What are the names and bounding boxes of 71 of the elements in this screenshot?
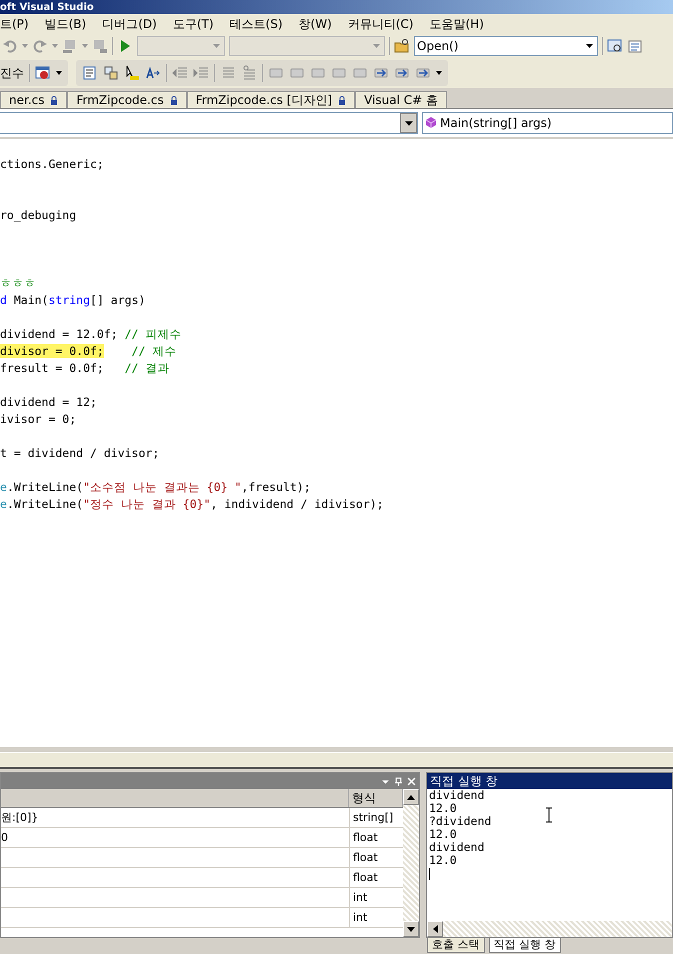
breakpoint-window-icon[interactable] [35,65,51,81]
method-icon [425,116,437,130]
menu-item[interactable]: 테스트(S) [222,16,291,32]
caret-icon [213,44,220,48]
document-tab[interactable]: Visual C# 홈 [355,91,447,108]
code-line: ro_debuging [0,207,76,224]
panel-title: 직접 실행 창 [430,772,498,790]
member-dropdown[interactable]: Main(string[] args) [422,112,673,134]
output-line: 12.0 [429,827,457,841]
complete-word-icon[interactable] [145,65,161,81]
output-line: dividend [429,788,484,802]
vertical-scrollbar[interactable] [403,789,419,937]
code-line: dividend = 12.0f; // 피제수 [0,326,182,343]
folder-search-icon[interactable] [394,38,410,54]
menu-item[interactable]: 도움말(H) [422,16,492,32]
redo-icon[interactable] [32,38,48,54]
code-line: ivisor = 0; [0,411,76,428]
horizontal-scrollbar[interactable] [0,752,673,769]
overflow-arrow-icon[interactable] [436,71,442,75]
member-list-icon[interactable] [82,65,98,81]
menu-item[interactable]: 빌드(B) [36,16,94,32]
output-line: ?dividend [429,814,492,828]
menu-item[interactable]: 도구(T) [164,16,222,32]
scroll-down-icon[interactable] [407,926,415,932]
uncomment-lines-icon[interactable] [241,65,257,81]
find-dropdown[interactable]: Open() [414,36,598,56]
code-line: divisor = 0.0f; // 제수 [0,343,176,360]
undo-icon[interactable] [2,38,18,54]
menu-item[interactable]: 트(P) [0,16,37,32]
code-line: ctions.Generic; [0,156,104,173]
code-line: e.WriteLine("소수점 나눈 결과는 {0} ",fresult); [0,479,311,496]
code-line: dividend = 12; [0,394,97,411]
caret-icon [373,44,380,48]
panel-tab[interactable]: 직접 실행 창 [488,938,560,953]
window-title: oft Visual Studio [0,0,94,14]
horizontal-scrollbar[interactable] [427,921,672,937]
output-line: 12.0 [429,853,457,867]
menu-item[interactable]: 디버그(D) [94,16,165,32]
hex-display-button[interactable]: 진수 [0,64,24,82]
table-cell: 원:[0]} [1,810,38,825]
properties-icon[interactable] [627,38,643,54]
table-cell: float [353,871,378,884]
menu-item[interactable]: 창(W) [290,16,340,32]
immediate-output[interactable]: dividend 12.0 ?dividend 12.0 dividend 12.0 [427,789,672,921]
caret-icon [586,44,593,48]
table-cell: float [353,831,378,844]
scroll-left-icon[interactable] [432,925,438,933]
scroll-up-icon[interactable] [407,794,415,800]
document-tab[interactable]: FrmZipcode.cs [디자인] [186,91,356,108]
code-line: t = dividend / divisor; [0,445,160,462]
panel-tab[interactable]: 호출 스택 [427,938,484,953]
menu-item[interactable]: 커뮤니티(C) [340,16,422,32]
code-line: e.WriteLine("정수 나눈 결과 {0}", individend / idivisor); [0,496,384,513]
table-cell: int [353,911,368,924]
code-line: ㅎㅎㅎ [0,275,36,292]
table-cell: float [353,851,378,864]
table-cell: string[] [353,811,394,824]
document-tab[interactable]: FrmZipcode.cs [67,91,187,108]
type-dropdown[interactable] [0,112,418,134]
table-cell: int [353,891,368,904]
find-window-icon[interactable] [607,38,623,54]
document-tab[interactable]: ner.cs [0,91,68,108]
output-line: 12.0 [429,801,457,815]
ibeam-cursor-icon [545,807,553,823]
output-line: dividend [429,840,484,854]
code-line: d Main(string[] args) [0,292,146,309]
caret-icon [404,120,412,126]
code-line: fresult = 0.0f; // 결과 [0,360,170,377]
text-cursor [429,868,430,880]
table-cell: 0 [1,831,8,844]
dropdown-arrow-icon[interactable] [56,71,62,75]
